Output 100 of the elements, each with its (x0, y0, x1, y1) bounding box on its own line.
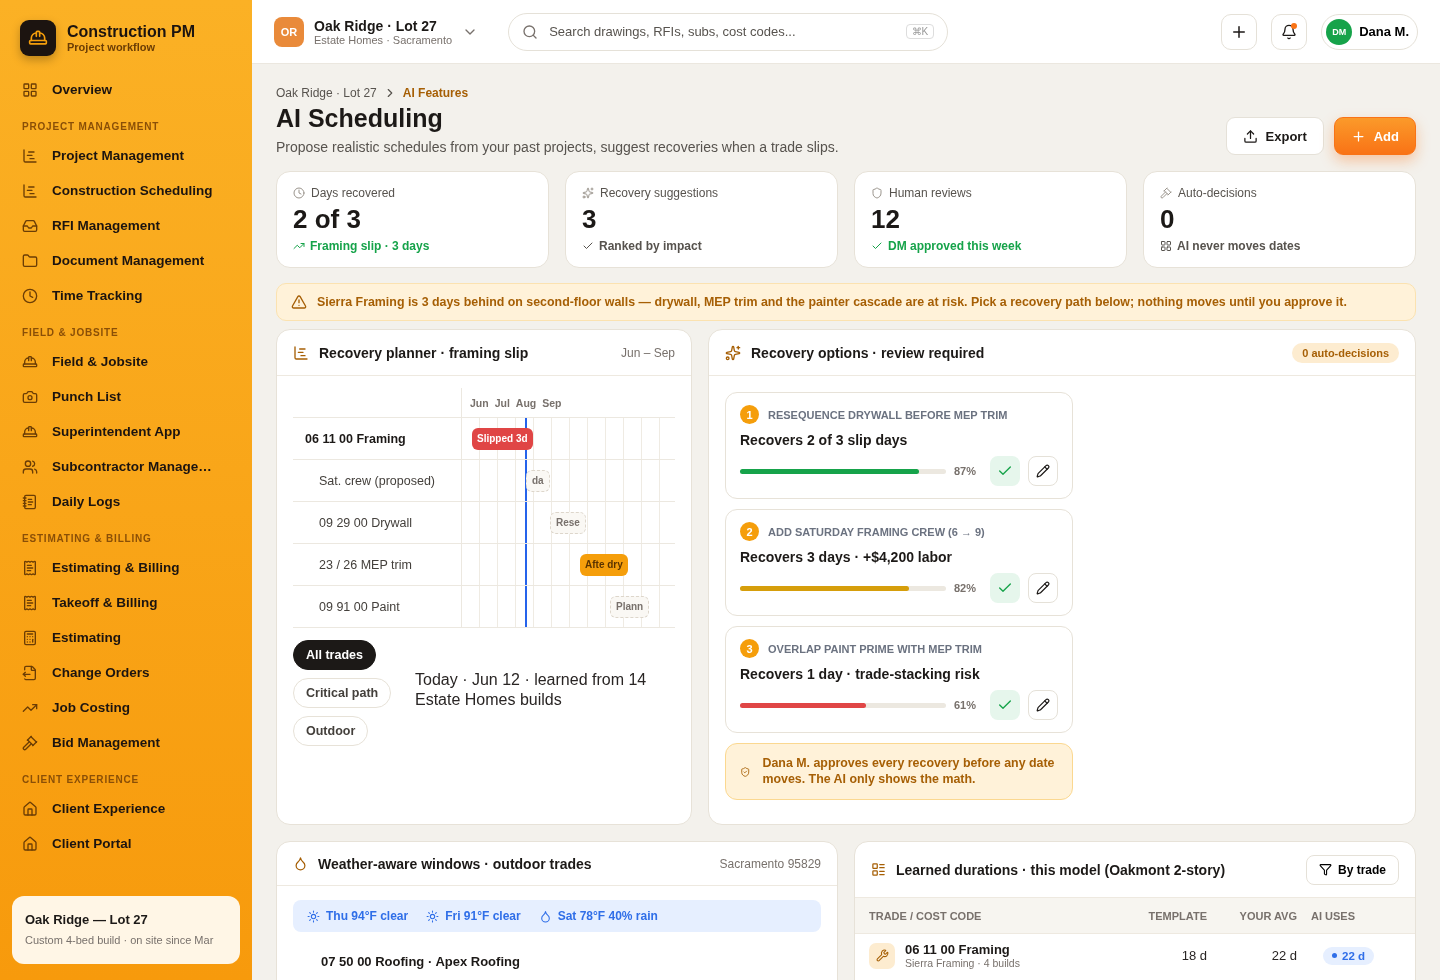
sidebar-item[interactable]: Estimating & Billing (12, 550, 240, 585)
list-icon (871, 862, 886, 877)
sidebar-item[interactable]: Client Portal (12, 826, 240, 861)
sparkle-icon (725, 344, 741, 361)
pencil-icon (1036, 464, 1050, 478)
sidebar-item[interactable]: Bid Management (12, 725, 240, 760)
schedule-bar[interactable]: Plann (610, 596, 650, 618)
edit-button[interactable] (1028, 690, 1058, 720)
rank-number: 1 (740, 405, 759, 424)
edit-button[interactable] (1028, 456, 1058, 486)
confidence-reading: 61% (954, 699, 978, 711)
trend-icon (293, 240, 305, 252)
stat-label: Days recovered (311, 186, 396, 200)
table-cell-text: 18 d (1180, 948, 1208, 963)
column-header: AI USES (1311, 909, 1356, 922)
alert-text: Sierra Framing is 3 days behind on second-floor walls — drywall, MEP trim and the painter cascade are at risk. Pick a recovery path below; nothing moves until you approve it. (317, 295, 1347, 309)
stat-icon (871, 187, 883, 199)
notifications-button[interactable] (1271, 13, 1308, 50)
bell-icon (1281, 23, 1298, 40)
nav-icon (22, 252, 38, 269)
filter-chip[interactable]: Critical path (293, 678, 392, 708)
nav-icon (22, 835, 38, 852)
stat-label: Human reviews (889, 186, 972, 200)
filter-chip[interactable]: Outdoor (293, 716, 369, 746)
task-label: 09 91 00 Paint (318, 598, 401, 616)
sidebar-item[interactable]: RFI Management (12, 208, 240, 243)
stat-icon (293, 187, 305, 199)
sidebar-item[interactable]: Subcontractor Manage… (12, 449, 240, 484)
sidebar-item[interactable]: Client Experience (12, 791, 240, 826)
location-label: Sacramento 95829 (719, 856, 821, 871)
forecast-text: Fri 91°F clear (445, 909, 521, 923)
add-button[interactable] (1221, 13, 1258, 50)
nav-icon (22, 664, 38, 681)
rain-icon (538, 909, 552, 923)
plus-icon (1350, 128, 1366, 144)
breadcrumb-link[interactable]: Oak Ridge · Lot 27 (276, 86, 377, 100)
user-menu[interactable]: DM Dana M. (1321, 13, 1418, 50)
stat-note: AI never moves dates (1177, 239, 1301, 253)
grid-icon (22, 81, 38, 98)
breadcrumb-link[interactable]: AI Features (402, 86, 469, 100)
month-label: Jul (494, 396, 510, 409)
card-title: Recovery planner · framing slip (319, 344, 530, 361)
stat-value: 12 (871, 204, 901, 235)
wrench-icon (869, 942, 895, 969)
nav-icon (22, 493, 38, 510)
nav-icon (22, 629, 38, 646)
card-title: Recovery options · review required (751, 344, 986, 361)
nav-icon (22, 353, 38, 370)
sidebar-item[interactable]: Field & Jobsite (12, 344, 240, 379)
month-label: Sep (542, 396, 562, 409)
rank-number: 3 (740, 639, 759, 658)
filter-chip[interactable]: All trades (293, 640, 376, 670)
brand-name: Construction PM (67, 23, 195, 41)
option-title: RESEQUENCE DRYWALL BEFORE MEP TRIM (768, 408, 1008, 421)
nav-icon (22, 734, 38, 751)
sidebar-item[interactable]: Change Orders (12, 655, 240, 690)
sidebar-item[interactable]: Project Management (12, 138, 240, 173)
nav-icon (22, 594, 38, 611)
nav-icon (22, 182, 38, 199)
schedule-bar[interactable]: Slipped 3d (472, 428, 533, 450)
column-header: YOUR AVG (1238, 909, 1298, 922)
filter-button[interactable]: By trade (1305, 854, 1399, 885)
schedule-bar[interactable]: Afte dry (580, 554, 628, 576)
stat-note: Framing slip · 3 days (310, 239, 430, 253)
sidebar-item[interactable]: Punch List (12, 379, 240, 414)
sidebar-item[interactable]: Document Management (12, 243, 240, 278)
sidebar-item[interactable]: Construction Scheduling (12, 173, 240, 208)
sidebar-item[interactable]: Superintendent App (12, 414, 240, 449)
nav-icon (22, 147, 38, 164)
droplet-icon (293, 856, 308, 871)
sidebar-item[interactable]: Job Costing (12, 690, 240, 725)
shortcut-hint: ⌘K (905, 23, 935, 39)
schedule-bar[interactable]: da (526, 470, 550, 492)
sidebar-item[interactable]: Daily Logs (12, 484, 240, 519)
sidebar-item[interactable]: Estimating (12, 620, 240, 655)
confidence-reading: 82% (954, 582, 978, 594)
nav-icon (22, 423, 38, 440)
project-name: Oak Ridge · Lot 27 (314, 17, 438, 34)
option-title: OVERLAP PAINT PRIME WITH MEP TRIM (768, 642, 982, 655)
stat-icon (1160, 187, 1172, 199)
user-avatar: DM (1326, 18, 1353, 45)
app-logo-icon (20, 20, 56, 56)
gantt-icon (293, 344, 309, 361)
table-cell-text: 22 d (1270, 948, 1298, 963)
ai-duration-badge: 22 d (1323, 946, 1374, 965)
brand-subtitle: Project workflow (67, 41, 157, 53)
upload-icon (1242, 128, 1258, 144)
pencil-icon (1036, 581, 1050, 595)
trade-detail: Sierra Framing · 4 builds (905, 957, 1020, 969)
sidebar-item[interactable]: Time Tracking (12, 278, 240, 313)
sun-icon (307, 909, 320, 923)
rank-number: 2 (740, 522, 759, 541)
export-button[interactable]: Export (1225, 117, 1324, 155)
confidence-reading: 87% (954, 465, 978, 477)
sidebar-item[interactable]: Takeoff & Billing (12, 585, 240, 620)
edit-button[interactable] (1028, 573, 1058, 603)
sidebar-item[interactable]: Overview (12, 72, 240, 107)
nav-icon (22, 800, 38, 817)
forecast-text: Thu 94°F clear (326, 909, 409, 923)
schedule-bar[interactable]: Rese (550, 512, 586, 534)
